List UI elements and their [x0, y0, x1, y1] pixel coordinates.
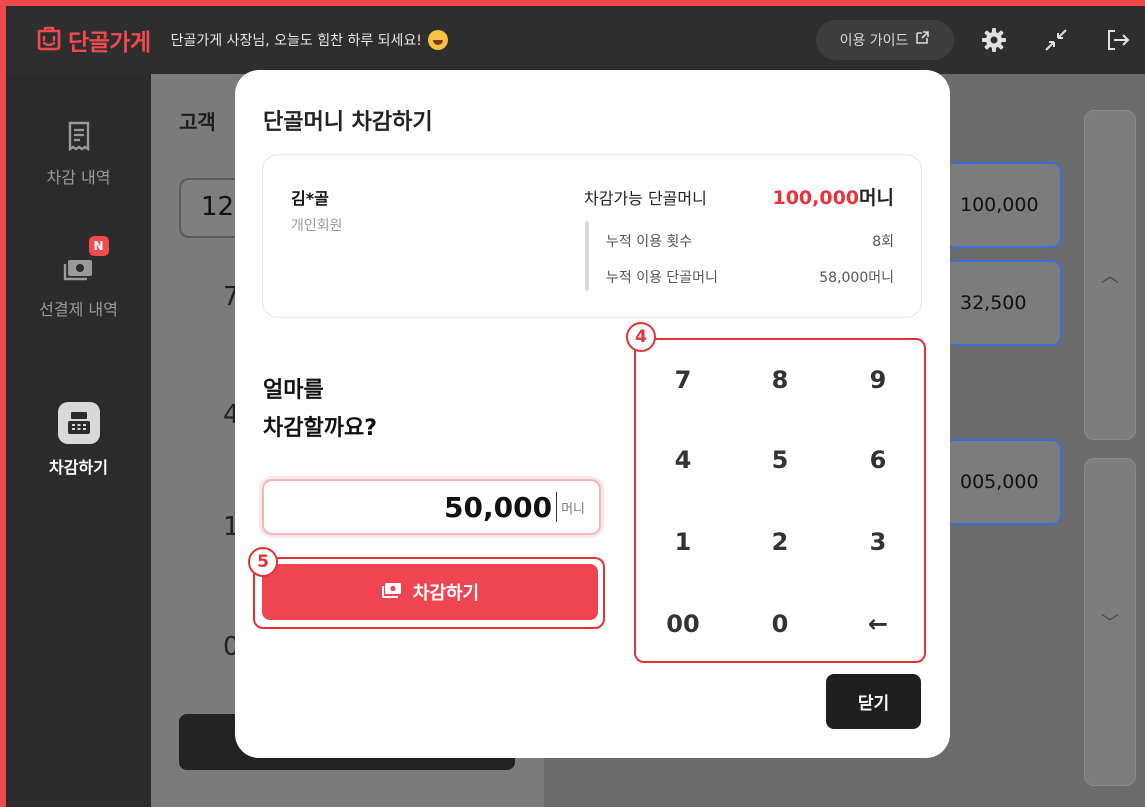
keypad-key-0[interactable]: 0 [740, 596, 820, 652]
close-button[interactable]: 닫기 [826, 674, 921, 729]
guide-label: 이용 가이드 [839, 33, 909, 49]
text-caret [556, 492, 558, 522]
stat-label: 누적 이용 횟수 [606, 234, 693, 250]
top-bar: 단골가게 단골가게 사장님, 오늘도 힘찬 하루 되세요! 이용 가이드 [6, 6, 1145, 74]
customer-info-card: 김*골 개인회원 차감가능 단골머니 100,000머니 누적 이용 횟수 8회… [262, 154, 922, 318]
available-label: 차감가능 단골머니 [584, 189, 707, 208]
sidebar-item-label: 차감하기 [49, 458, 108, 477]
backspace-arrow-icon[interactable]: ← [838, 596, 918, 652]
scroll-down-button: ﹀ [1084, 458, 1136, 786]
sidebar-item-label: 선결제 내역 [39, 300, 118, 319]
stat-value: 8회 [872, 234, 894, 250]
stat-visit-count: 누적 이용 횟수 8회 [606, 231, 894, 251]
deduct-button-label: 차감하기 [412, 583, 480, 604]
greeting: 단골가게 사장님, 오늘도 힘찬 하루 되세요! [171, 30, 448, 50]
smile-emoji-icon [427, 30, 448, 50]
logo: 단골가게 [36, 23, 151, 57]
stat-value: 58,000머니 [819, 270, 894, 286]
background-card: 100,000 [944, 162, 1062, 248]
available-number: 100,000 [772, 187, 860, 209]
background-card: 005,000 [944, 439, 1062, 525]
sidebar-item-deduct-history[interactable]: 차감 내역 [6, 118, 151, 188]
keypad-key-2[interactable]: 2 [740, 514, 820, 570]
new-badge: N [88, 236, 109, 256]
stat-label: 누적 이용 단골머니 [606, 270, 718, 286]
deduct-modal: 단골머니 차감하기 김*골 개인회원 차감가능 단골머니 100,000머니 누… [235, 70, 950, 758]
receipt-icon [61, 118, 97, 154]
minimize-icon[interactable] [1042, 26, 1070, 54]
stat-total-money: 누적 이용 단골머니 58,000머니 [606, 267, 894, 287]
keypad-key-4[interactable]: 4 [643, 432, 723, 488]
amount-question: 얼마를 차감할까요? [263, 372, 377, 448]
chevron-up-icon: ︿ [1101, 266, 1119, 287]
keypad-key-9[interactable]: 9 [838, 352, 918, 408]
background-card: 32,500 [944, 260, 1062, 346]
keypad-key-6[interactable]: 6 [838, 432, 918, 488]
keypad-key-00[interactable]: 00 [643, 596, 723, 652]
settings-gear-icon[interactable] [980, 26, 1008, 54]
amount-unit: 머니 [561, 501, 585, 517]
keypad-key-5[interactable]: 5 [740, 432, 820, 488]
keypad-key-8[interactable]: 8 [740, 352, 820, 408]
available-unit: 머니 [859, 187, 894, 209]
sidebar: 차감 내역 N 선결제 내역 차감하기 [6, 74, 151, 807]
amount-input[interactable]: 50,000 머니 [262, 479, 601, 535]
scroll-up-button: ︿ [1084, 110, 1136, 440]
customer-name: 김*골 [291, 189, 329, 208]
guide-button[interactable]: 이용 가이드 [816, 20, 954, 60]
app-frame: 단골가게 단골가게 사장님, 오늘도 힘찬 하루 되세요! 이용 가이드 차감 … [6, 6, 1145, 807]
cash-register-icon [57, 402, 100, 444]
keypad-key-7[interactable]: 7 [643, 352, 723, 408]
chevron-down-icon: ﹀ [1101, 613, 1119, 634]
keypad-key-3[interactable]: 3 [838, 514, 918, 570]
amount-value: 50,000 [444, 490, 553, 524]
logo-text: 단골가게 [68, 30, 151, 56]
store-logo-icon [36, 25, 62, 55]
stats-divider [585, 221, 589, 291]
external-link-icon [914, 30, 930, 50]
customer-type: 개인회원 [291, 218, 343, 234]
question-line-1: 얼마를 [263, 378, 324, 403]
sidebar-item-deduct[interactable]: 차감하기 [6, 402, 151, 478]
keypad-key-1[interactable]: 1 [643, 514, 723, 570]
deduct-button[interactable]: 차감하기 [262, 564, 598, 620]
background-section-title: 고객 [179, 110, 216, 134]
cash-icon: N [61, 236, 109, 286]
step-badge-4: 4 [626, 322, 656, 352]
sidebar-item-label: 차감 내역 [46, 168, 111, 187]
available-amount: 100,000머니 [772, 183, 894, 210]
money-icon [381, 580, 403, 605]
logout-icon[interactable] [1104, 26, 1132, 54]
modal-title: 단골머니 차감하기 [263, 110, 433, 135]
question-line-2: 차감할까요? [263, 416, 377, 441]
sidebar-item-prepay-history[interactable]: N 선결제 내역 [6, 236, 151, 320]
step-badge-5: 5 [248, 547, 278, 577]
greeting-text: 단골가게 사장님, 오늘도 힘찬 하루 되세요! [170, 33, 422, 49]
